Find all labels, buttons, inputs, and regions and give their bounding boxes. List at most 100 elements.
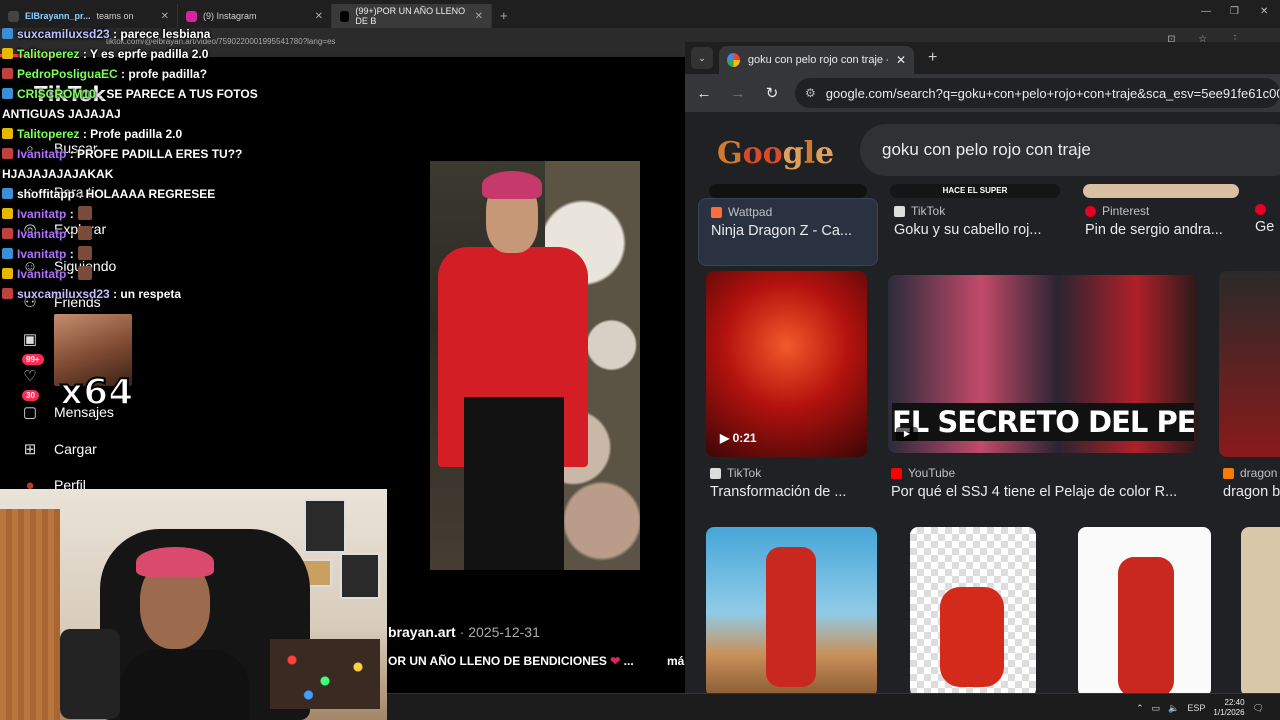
windows-taskbar: ⌃ ▭ 🔈 ESP 22:40 1/1/2026 🗨 bbox=[387, 693, 1280, 720]
result-thumbnail-partial[interactable] bbox=[1241, 527, 1280, 693]
chat-badge-icon bbox=[2, 148, 13, 159]
result-thumbnail-goku-1[interactable] bbox=[706, 527, 877, 693]
network-icon[interactable]: ▭ bbox=[1152, 703, 1161, 714]
chat-message: shoffitapp : HOLAAAA REGRESEE bbox=[2, 184, 262, 204]
chat-badge-icon bbox=[2, 128, 13, 139]
close-icon[interactable]: ✕ bbox=[896, 53, 906, 67]
chat-emote-icon bbox=[77, 266, 92, 280]
chat-message: PedroPosliguaEC : profe padilla? bbox=[2, 64, 262, 84]
result-title: Ninja Dragon Z - Ca... bbox=[711, 223, 853, 239]
back-tab-tiktok[interactable]: (99+)POR UN AÑO LLENO DE B ✕ bbox=[332, 4, 492, 28]
video-author[interactable]: brayan.art · 2025-12-31 bbox=[388, 624, 540, 640]
screen: ElBrayann_pr... teams on ✕ (9) Instagram… bbox=[0, 0, 1280, 720]
chat-message: suxcamiluxsd23 : parece lesbiana bbox=[2, 24, 262, 44]
chat-message: Ivanitatp : bbox=[2, 244, 262, 264]
goku-figure bbox=[1118, 557, 1174, 693]
chat-message: Talitoperez : Y es eprfe padilla 2.0 bbox=[2, 44, 262, 64]
chat-username[interactable]: Ivanitatp bbox=[17, 207, 66, 221]
result-card-tiktok-video[interactable]: TikTok Transformación de ... bbox=[710, 466, 870, 500]
close-icon[interactable]: ✕ bbox=[475, 11, 483, 22]
chat-emote-icon bbox=[77, 206, 92, 220]
wood-wall bbox=[0, 509, 60, 720]
chat-username[interactable]: Talitoperez bbox=[17, 47, 79, 61]
chat-username[interactable]: PedroPosliguaEC bbox=[17, 67, 118, 81]
close-icon[interactable]: ✕ bbox=[161, 11, 169, 22]
notification-badge: 30 bbox=[22, 390, 39, 401]
nav-label: Cargar bbox=[54, 441, 97, 457]
chat-badge-icon bbox=[2, 228, 13, 239]
notifications-icon[interactable]: 🗨 bbox=[1253, 703, 1264, 714]
chat-username[interactable]: suxcamiluxsd23 bbox=[17, 27, 110, 41]
reload-icon[interactable]: ↻ bbox=[761, 84, 783, 102]
new-tab-button[interactable]: + bbox=[928, 49, 937, 67]
description-text: OR UN AÑO LLENO DE BENDICIONES bbox=[388, 654, 607, 668]
chat-username[interactable]: Ivanitatp bbox=[17, 147, 66, 161]
chat-text: : bbox=[69, 207, 74, 221]
chat-username[interactable]: suxcamiluxsd23 bbox=[17, 287, 110, 301]
chat-username[interactable]: Ivanitatp bbox=[17, 267, 66, 281]
chat-username[interactable]: Ivanitatp bbox=[17, 247, 66, 261]
logo-letter: G bbox=[717, 136, 743, 171]
google-doodle-logo[interactable]: Google bbox=[717, 136, 834, 171]
result-card-tiktok[interactable]: TikTok Goku y su cabello roj... bbox=[882, 198, 1062, 266]
result-thumbnail-goku-3[interactable] bbox=[1078, 527, 1211, 693]
chevron-up-icon[interactable]: ⌃ bbox=[1136, 703, 1144, 714]
tab-google-search[interactable]: goku con pelo rojo con traje - B ✕ bbox=[719, 46, 914, 74]
result-card-pinterest[interactable]: Pinterest Pin de sergio andra... bbox=[1073, 198, 1253, 266]
image-results: HACE EL SUPER Wattpad Ninja Dragon Z - C… bbox=[685, 184, 1280, 693]
result-thumbnail-youtube[interactable]: EL SECRETO DEL PELO ROJO ▶ bbox=[888, 275, 1198, 453]
chat-username[interactable]: shoffitapp bbox=[17, 187, 75, 201]
minimize-icon[interactable]: — bbox=[1201, 6, 1211, 17]
pink-hair bbox=[482, 171, 542, 199]
result-source: Wattpad bbox=[711, 205, 865, 219]
forward-arrow-icon[interactable]: → bbox=[727, 85, 749, 102]
logo-letter: o bbox=[762, 136, 783, 171]
result-thumbnail[interactable] bbox=[1083, 184, 1239, 198]
close-icon[interactable]: ✕ bbox=[315, 11, 323, 22]
result-card-wattpad[interactable]: Wattpad Ninja Dragon Z - Ca... bbox=[698, 198, 878, 266]
volume-icon[interactable]: 🔈 bbox=[1168, 703, 1179, 714]
chat-text: : Y es eprfe padilla 2.0 bbox=[82, 47, 209, 61]
stream-chat: suxcamiluxsd23 : parece lesbiana Talitope… bbox=[2, 24, 262, 304]
result-card-partial[interactable]: Ge bbox=[1255, 198, 1280, 266]
address-bar[interactable]: ⚙ google.com/search?q=goku+con+pelo+rojo… bbox=[795, 78, 1280, 108]
search-input[interactable]: goku con pelo rojo con traje bbox=[860, 124, 1280, 176]
chat-username[interactable]: Talitoperez bbox=[17, 127, 79, 141]
back-tab-label: ElBrayann_pr... bbox=[25, 11, 91, 21]
result-thumbnail-goku-2[interactable] bbox=[910, 527, 1036, 693]
play-icon: ▶ bbox=[896, 427, 918, 441]
result-source: TikTok bbox=[710, 466, 870, 480]
tab-search-icon[interactable]: ⌄ bbox=[691, 47, 713, 69]
logo-letter: g bbox=[782, 136, 804, 171]
logo-letter: o bbox=[742, 136, 763, 171]
chat-username[interactable]: Ivanitatp bbox=[17, 227, 66, 241]
nav-item-cargar[interactable]: ⊞ Cargar bbox=[20, 439, 97, 459]
result-thumbnail-partial[interactable] bbox=[1219, 271, 1280, 457]
video-duration: ▶ 0:21 bbox=[720, 431, 757, 445]
chat-emote-icon bbox=[77, 246, 92, 260]
goku-figure bbox=[766, 547, 816, 687]
upload-icon: ⊞ bbox=[23, 441, 37, 458]
restore-icon[interactable]: ❐ bbox=[1230, 6, 1239, 17]
chat-badge-icon bbox=[2, 28, 13, 39]
chat-username[interactable]: CRISCROM10 bbox=[17, 87, 96, 101]
language-indicator[interactable]: ESP bbox=[1187, 703, 1205, 713]
author-name[interactable]: brayan.art bbox=[388, 624, 456, 640]
clock[interactable]: 22:40 1/1/2026 bbox=[1213, 698, 1244, 718]
chat-text: : bbox=[69, 247, 74, 261]
clock-date: 1/1/2026 bbox=[1213, 708, 1245, 717]
new-tab-button[interactable]: + bbox=[492, 4, 516, 28]
result-card-youtube[interactable]: YouTube Por qué el SSJ 4 tiene el Pelaje… bbox=[891, 466, 1201, 500]
result-card-dragon[interactable]: dragon dragon b bbox=[1223, 466, 1280, 500]
pinterest-icon bbox=[1085, 205, 1096, 217]
result-thumbnail[interactable] bbox=[709, 184, 867, 198]
tiktok-video[interactable] bbox=[430, 161, 640, 570]
back-arrow-icon[interactable]: ← bbox=[693, 85, 715, 102]
result-thumbnail[interactable]: HACE EL SUPER bbox=[890, 184, 1060, 198]
source-label: Wattpad bbox=[728, 205, 773, 219]
close-window-icon[interactable]: ✕ bbox=[1260, 6, 1268, 17]
result-thumbnail-ssj4[interactable]: ▶ 0:21 bbox=[706, 271, 867, 457]
back-tab-label: (99+)POR UN AÑO LLENO DE B bbox=[355, 6, 466, 26]
site-info-icon[interactable]: ⚙ bbox=[805, 86, 816, 100]
result-title: Transformación de ... bbox=[710, 484, 847, 500]
